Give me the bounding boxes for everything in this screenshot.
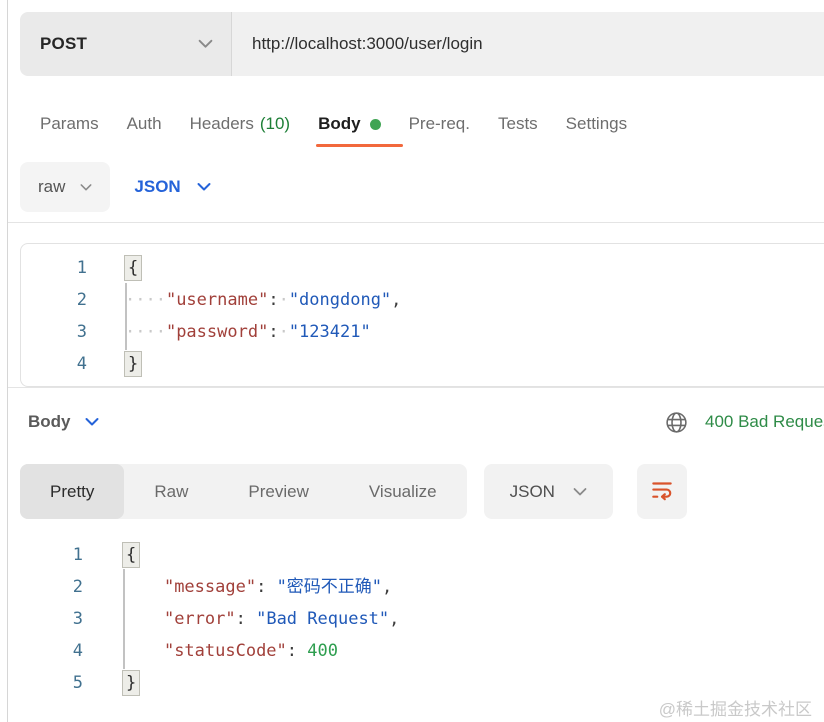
- line-number: 3: [21, 316, 87, 348]
- resp-tab-raw[interactable]: Raw: [124, 464, 218, 519]
- body-content-dot-icon: [370, 119, 381, 130]
- chevron-down-icon: [573, 487, 587, 497]
- code-content: "error": "Bad Request",: [123, 603, 399, 635]
- tab-pre-req[interactable]: Pre-req.: [409, 114, 470, 134]
- tab-body[interactable]: Body: [318, 114, 381, 134]
- response-format-dropdown[interactable]: JSON: [484, 464, 613, 519]
- tab-label: Headers: [190, 114, 254, 134]
- tab-tests[interactable]: Tests: [498, 114, 538, 134]
- request-code: 1{2····"username":·"dongdong",3····"pass…: [21, 252, 824, 380]
- wrap-lines-button[interactable]: [637, 464, 687, 519]
- body-mode-label: raw: [38, 177, 65, 197]
- url-input[interactable]: http://localhost:3000/user/login: [232, 12, 824, 76]
- tab-headers[interactable]: Headers (10): [190, 114, 291, 134]
- method-selector[interactable]: POST: [20, 12, 232, 76]
- code-content: }: [125, 348, 141, 380]
- chevron-down-icon: [198, 39, 213, 49]
- response-view-tabs: PrettyRawPreviewVisualize: [20, 464, 467, 519]
- code-content: }: [123, 667, 139, 699]
- globe-icon: [664, 410, 689, 435]
- code-line: 1{: [20, 539, 824, 571]
- divider: [8, 222, 824, 223]
- chevron-down-icon: [197, 182, 211, 192]
- indent-guide: [123, 569, 125, 669]
- code-line: 1{: [21, 252, 824, 284]
- line-number: 1: [21, 252, 87, 284]
- request-url-bar: POST http://localhost:3000/user/login: [20, 12, 824, 76]
- code-content: "message": "密码不正确",: [123, 571, 392, 603]
- response-view-label: Body: [28, 412, 71, 432]
- tab-settings[interactable]: Settings: [566, 114, 627, 134]
- chevron-down-icon: [85, 417, 99, 427]
- code-content: {: [123, 539, 139, 571]
- line-number: 4: [21, 348, 87, 380]
- wrap-lines-icon: [649, 477, 675, 506]
- line-number: 1: [20, 539, 83, 571]
- chevron-down-icon: [80, 183, 92, 192]
- url-text: http://localhost:3000/user/login: [252, 34, 483, 54]
- code-content: ····"username":·"dongdong",: [125, 284, 401, 316]
- response-toolbar: PrettyRawPreviewVisualize JSON: [0, 464, 824, 519]
- divider: [8, 387, 824, 388]
- tab-label: Auth: [127, 114, 162, 134]
- response-format-label: JSON: [510, 482, 555, 502]
- code-line: 4 "statusCode": 400: [20, 635, 824, 667]
- line-number: 2: [21, 284, 87, 316]
- resp-tab-pretty[interactable]: Pretty: [20, 464, 124, 519]
- tab-label: Body: [318, 114, 361, 134]
- tab-params[interactable]: Params: [40, 114, 99, 134]
- rest-client-app: POST http://localhost:3000/user/login Pa…: [0, 0, 824, 722]
- response-header: Body 400 Bad Request: [0, 394, 824, 450]
- indent-guide: [125, 283, 127, 350]
- resp-tab-visualize[interactable]: Visualize: [339, 464, 467, 519]
- line-number: 3: [20, 603, 83, 635]
- tab-label: Tests: [498, 114, 538, 134]
- code-line: 2 "message": "密码不正确",: [20, 571, 824, 603]
- body-mode-dropdown[interactable]: raw: [20, 162, 110, 212]
- response-code: 1{2 "message": "密码不正确",3 "error": "Bad R…: [20, 539, 824, 699]
- tab-label: Settings: [566, 114, 627, 134]
- line-number: 5: [20, 667, 83, 699]
- response-view-dropdown[interactable]: Body: [28, 412, 99, 432]
- headers-count-badge: (10): [260, 114, 290, 134]
- pane-divider: [7, 0, 8, 722]
- code-line: 3 ····"password":·"123421": [21, 316, 824, 348]
- code-line: 3 "error": "Bad Request",: [20, 603, 824, 635]
- line-number: 4: [20, 635, 83, 667]
- code-content: "statusCode": 400: [123, 635, 338, 667]
- code-line: 2 ····"username":·"dongdong",: [21, 284, 824, 316]
- response-status-area: 400 Bad Request: [664, 394, 824, 450]
- code-content: ····"password":·"123421": [125, 316, 371, 348]
- body-language-dropdown[interactable]: JSON: [134, 177, 210, 197]
- body-language-label: JSON: [134, 177, 180, 197]
- code-line: 4}: [21, 348, 824, 380]
- tab-label: Params: [40, 114, 99, 134]
- method-label: POST: [40, 34, 87, 54]
- body-type-row: raw JSON: [0, 152, 824, 222]
- tab-auth[interactable]: Auth: [127, 114, 162, 134]
- line-number: 2: [20, 571, 83, 603]
- response-status: 400 Bad Request: [705, 412, 824, 432]
- code-content: {: [125, 252, 141, 284]
- tab-label: Pre-req.: [409, 114, 470, 134]
- response-body-viewer[interactable]: 1{2 "message": "密码不正确",3 "error": "Bad R…: [20, 539, 824, 699]
- resp-tab-preview[interactable]: Preview: [218, 464, 338, 519]
- watermark: @稀土掘金技术社区: [659, 695, 812, 720]
- request-body-editor[interactable]: 1{2····"username":·"dongdong",3····"pass…: [20, 243, 824, 387]
- request-tabs: Params Auth Headers (10) Body Pre-req. Tests Se…: [0, 96, 824, 152]
